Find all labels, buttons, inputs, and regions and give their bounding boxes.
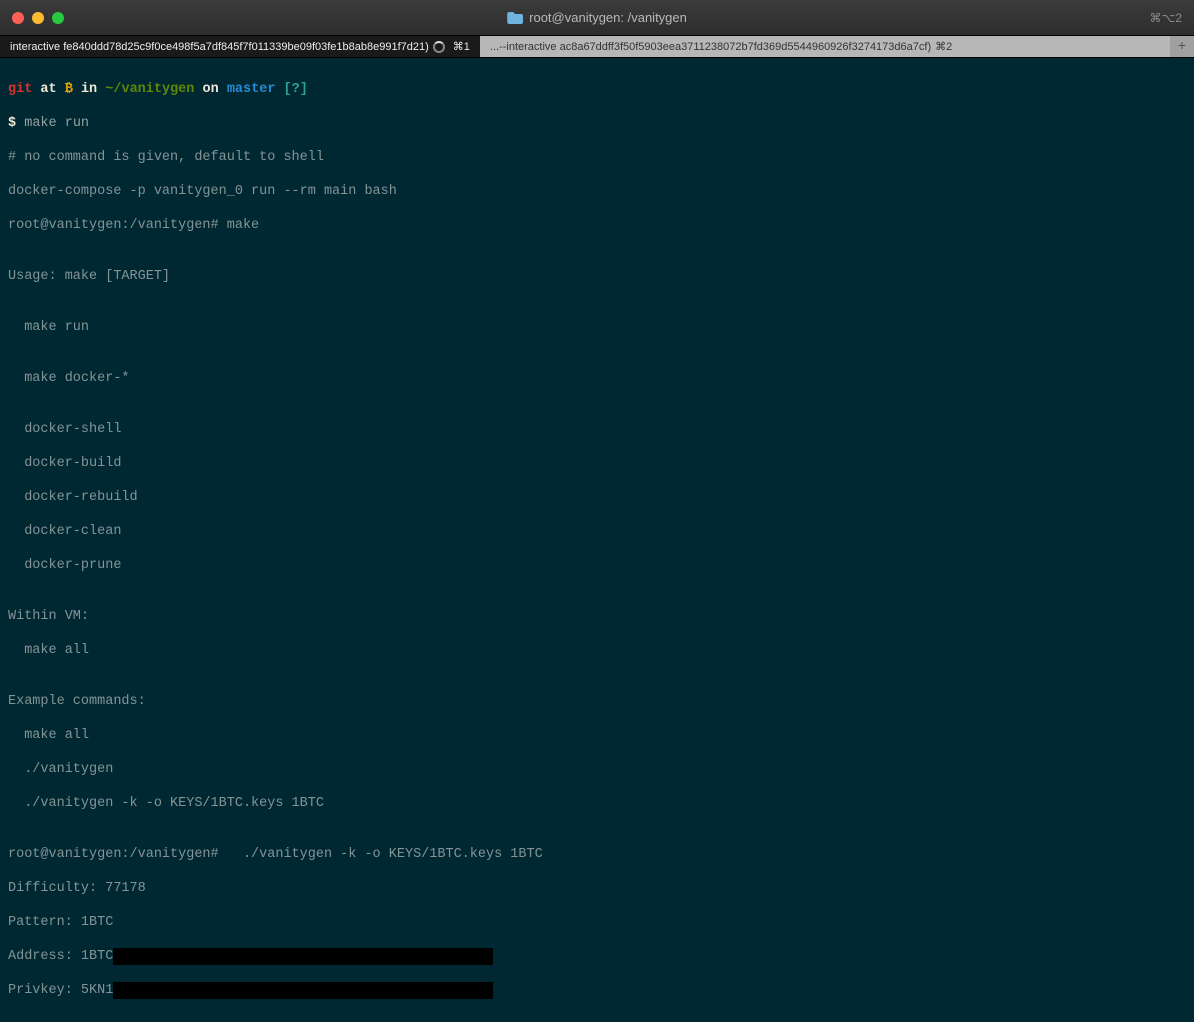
tab-label: ...--interactive ac8a67ddff3f50f5903eea3… (490, 41, 931, 53)
output-line: docker-clean (8, 523, 1186, 540)
prompt-status: [?] (284, 82, 308, 97)
tab-shortcut: ⌘2 (935, 40, 952, 53)
prompt-git: git (8, 82, 32, 97)
redacted-block (113, 948, 493, 965)
output-line: docker-shell (8, 421, 1186, 438)
prompt-branch: master (227, 82, 276, 97)
tab-bar: interactive fe840ddd78d25c9f0ce498f5a7df… (0, 36, 1194, 58)
tab-shortcut: ⌘1 (453, 40, 470, 53)
output-line: root@vanitygen:/vanitygen# ./vanitygen -… (8, 846, 1186, 863)
minimize-window-button[interactable] (32, 12, 44, 24)
output-line: Within VM: (8, 608, 1186, 625)
new-tab-button[interactable]: + (1170, 36, 1194, 57)
privkey-label: Privkey: 5KN1 (8, 983, 113, 998)
bitcoin-icon: ₿ (65, 82, 73, 97)
output-line: Address: 1BTC (8, 948, 1186, 965)
prompt-dollar: $ (8, 116, 16, 131)
output-line: make all (8, 727, 1186, 744)
traffic-lights (12, 12, 64, 24)
output-line: Privkey: 5KN1 (8, 982, 1186, 999)
output-line: Example commands: (8, 693, 1186, 710)
command-text: make run (24, 116, 89, 131)
prompt-on: on (203, 82, 219, 97)
tab-inactive[interactable]: ...--interactive ac8a67ddff3f50f5903eea3… (480, 36, 1170, 57)
prompt-at: at (40, 82, 56, 97)
output-line: make run (8, 319, 1186, 336)
terminal-content[interactable]: git at ₿ in ~/vanitygen on master [?] $ … (0, 58, 1194, 1022)
prompt-in: in (81, 82, 97, 97)
output-line: make all (8, 642, 1186, 659)
output-line: Difficulty: 77178 (8, 880, 1186, 897)
tab-label: interactive fe840ddd78d25c9f0ce498f5a7df… (10, 41, 429, 53)
tab-active[interactable]: interactive fe840ddd78d25c9f0ce498f5a7df… (0, 36, 480, 57)
command-line: $ make run (8, 115, 1186, 132)
spinner-icon (433, 41, 445, 53)
close-window-button[interactable] (12, 12, 24, 24)
output-line: Usage: make [TARGET] (8, 268, 1186, 285)
output-line: docker-compose -p vanitygen_0 run --rm m… (8, 183, 1186, 200)
output-line: ./vanitygen -k -o KEYS/1BTC.keys 1BTC (8, 795, 1186, 812)
window-titlebar: root@vanitygen: /vanitygen ⌘⌥2 (0, 0, 1194, 36)
output-line: docker-prune (8, 557, 1186, 574)
output-line: docker-build (8, 455, 1186, 472)
output-line: root@vanitygen:/vanitygen# make (8, 217, 1186, 234)
redacted-block (113, 982, 493, 999)
output-line: # no command is given, default to shell (8, 149, 1186, 166)
folder-icon (507, 12, 523, 24)
output-line: ./vanitygen (8, 761, 1186, 778)
window-title: root@vanitygen: /vanitygen (507, 10, 687, 25)
window-title-text: root@vanitygen: /vanitygen (529, 10, 687, 25)
address-label: Address: 1BTC (8, 949, 113, 964)
output-line: docker-rebuild (8, 489, 1186, 506)
panel-indicator: ⌘⌥2 (1149, 11, 1182, 25)
maximize-window-button[interactable] (52, 12, 64, 24)
output-line: make docker-* (8, 370, 1186, 387)
prompt-path: ~/vanitygen (105, 82, 194, 97)
output-line: Pattern: 1BTC (8, 914, 1186, 931)
prompt-line: git at ₿ in ~/vanitygen on master [?] (8, 81, 1186, 98)
